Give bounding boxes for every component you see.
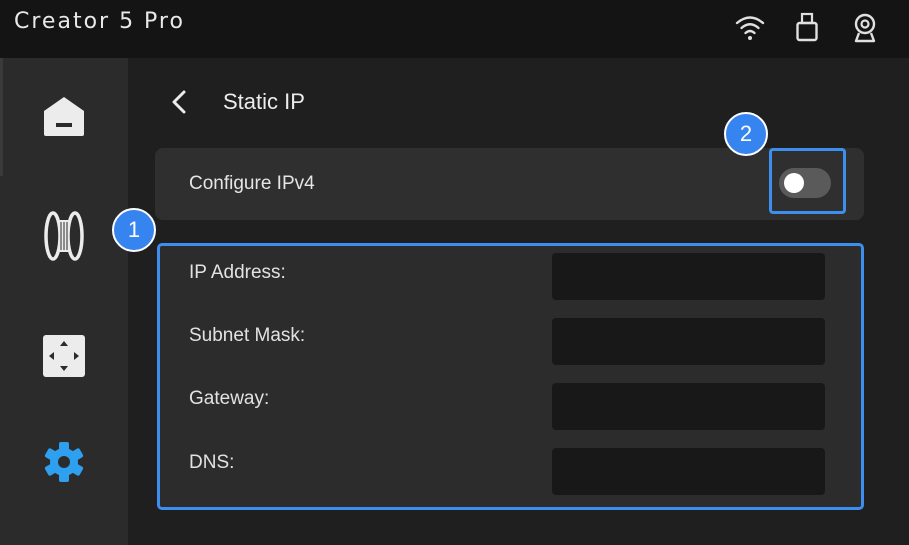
ip-address-input[interactable] bbox=[552, 253, 825, 300]
gateway-label: Gateway: bbox=[189, 388, 270, 409]
callout-badge-1: 1 bbox=[112, 208, 156, 252]
wifi-icon[interactable] bbox=[735, 12, 765, 44]
subnet-mask-input[interactable] bbox=[552, 318, 825, 365]
callout-badge-2: 2 bbox=[724, 112, 768, 156]
sidebar-edge-divider bbox=[0, 58, 3, 176]
sidebar-item-filament[interactable] bbox=[34, 208, 94, 268]
toggle-knob bbox=[784, 173, 804, 193]
back-button[interactable] bbox=[168, 88, 192, 116]
gateway-input[interactable] bbox=[552, 383, 825, 430]
configure-ipv4-toggle[interactable] bbox=[779, 168, 831, 198]
dns-label: DNS: bbox=[189, 452, 235, 473]
top-status-bar: Creator 5 Pro bbox=[0, 0, 909, 58]
home-icon bbox=[41, 94, 87, 143]
sidebar-item-settings[interactable] bbox=[34, 434, 94, 494]
ip-address-label: IP Address: bbox=[189, 262, 286, 283]
configure-ipv4-row: Configure IPv4 bbox=[155, 148, 864, 220]
usb-icon[interactable] bbox=[793, 12, 821, 44]
sidebar-item-home[interactable] bbox=[34, 88, 94, 148]
subnet-mask-label: Subnet Mask: bbox=[189, 325, 306, 346]
move-control-icon bbox=[43, 334, 85, 382]
camera-icon[interactable] bbox=[851, 12, 879, 44]
sidebar-item-move[interactable] bbox=[34, 328, 94, 388]
dns-input[interactable] bbox=[552, 448, 825, 495]
configure-ipv4-label: Configure IPv4 bbox=[189, 173, 315, 194]
status-icons bbox=[735, 12, 879, 44]
page-title: Static IP bbox=[223, 89, 305, 114]
app-title: Creator 5 Pro bbox=[14, 9, 185, 34]
settings-gear-icon bbox=[42, 440, 86, 489]
filament-spool-icon bbox=[42, 208, 86, 269]
chevron-left-icon bbox=[172, 90, 186, 114]
